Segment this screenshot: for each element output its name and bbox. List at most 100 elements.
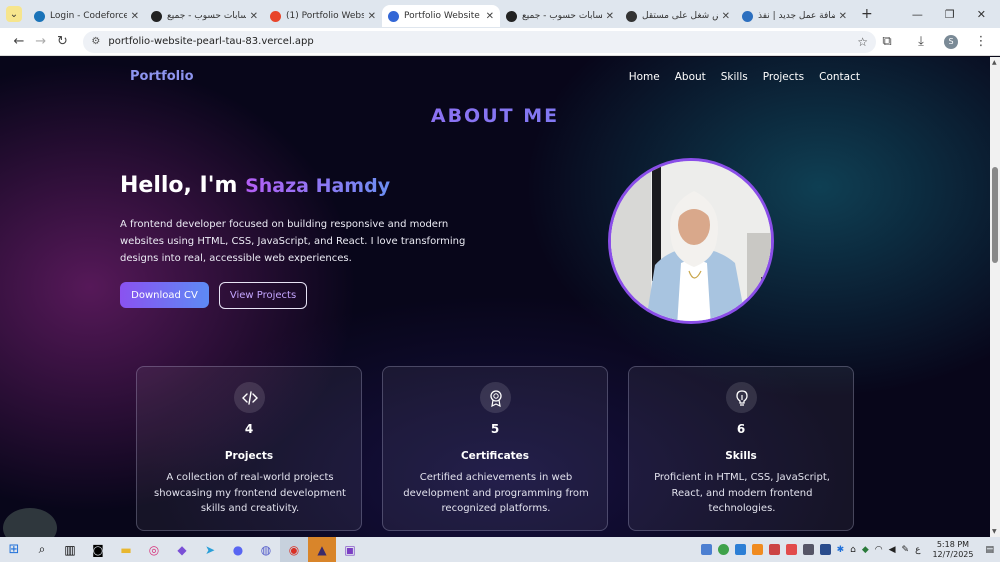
tab-favicon-icon (388, 10, 399, 22)
language-indicator[interactable]: ع (915, 545, 920, 555)
volume-icon[interactable]: ◀ (889, 545, 896, 555)
tab-close-icon[interactable]: ✕ (722, 11, 730, 22)
stat-card-projects: 4 Projects A collection of real-world proj… (136, 366, 362, 531)
tab-close-icon[interactable]: ✕ (486, 11, 494, 22)
wifi-icon[interactable]: ◠ (875, 545, 883, 555)
site-navbar: Portfolio Home About Skills Projects Contact (130, 69, 860, 84)
tab-search-chevron-icon[interactable]: ⌄ (6, 6, 22, 22)
menu-kebab-icon[interactable]: ⋮ (970, 34, 992, 49)
reload-icon[interactable]: ↻ (52, 34, 74, 49)
tray-network-icon[interactable] (819, 544, 831, 555)
task-view-icon[interactable]: ▥ (56, 537, 84, 562)
tray-shield-icon[interactable] (751, 544, 763, 555)
clock[interactable]: 5:18 PM 12/7/2025 (932, 540, 973, 560)
nav-link-skills[interactable]: Skills (721, 71, 748, 83)
tab-label: عرض شغل على مستقل (642, 11, 718, 21)
bookmark-star-icon[interactable]: ☆ (857, 35, 868, 49)
site-info-icon[interactable]: ⚙ (91, 36, 100, 47)
nav-link-projects[interactable]: Projects (763, 71, 804, 83)
url-text[interactable]: portfolio-website-pearl-tau-83.vercel.ap… (108, 36, 857, 47)
profile-photo (608, 158, 774, 324)
tray-chrome-icon[interactable] (717, 544, 729, 555)
defender-icon[interactable]: ◆ (862, 545, 869, 555)
tab-close-icon[interactable]: ✕ (606, 11, 614, 22)
stat-number: 6 (736, 422, 746, 436)
maximize-icon[interactable]: ❐ (945, 8, 955, 21)
notifications-icon[interactable]: ▤ (985, 545, 994, 555)
scroll-up-arrow-icon[interactable]: ▲ (992, 59, 997, 66)
search-icon[interactable]: ⌕ (28, 537, 56, 562)
chrome-taskbar-icon[interactable]: ◉ (280, 537, 308, 562)
tab-close-icon[interactable]: ✕ (250, 11, 258, 22)
download-cv-button[interactable]: Download CV (120, 282, 209, 308)
nav-link-home[interactable]: Home (629, 71, 660, 83)
tab-close-icon[interactable]: ✕ (131, 11, 139, 22)
tray-security-icon[interactable] (768, 544, 780, 555)
browser-tab[interactable]: إضافة عمل جديد | نفذ ✕ (736, 5, 853, 27)
back-arrow-icon[interactable]: ← (8, 34, 30, 49)
bio-paragraph: A frontend developer focused on building… (120, 219, 466, 264)
browser-tab[interactable]: عرض شغل على مستقل ✕ (620, 5, 736, 27)
tab-favicon-icon (34, 10, 45, 22)
tray-cloud-icon[interactable] (734, 544, 746, 555)
tab-close-icon[interactable]: ✕ (839, 11, 847, 22)
system-tray: ✱ ⌂ ◆ ◠ ◀ ✎ ع 5:18 PM 12/7/2025 ▤ (700, 540, 1000, 560)
nav-link-about[interactable]: About (675, 71, 706, 83)
site-brand[interactable]: Portfolio (130, 69, 194, 84)
file-explorer-icon[interactable]: ▬ (112, 537, 140, 562)
browser-tab-strip: ⌄ Login - Codeforces ✕ حسابات حسوب - جميع ✕… (0, 0, 1000, 28)
stat-number: 5 (490, 422, 500, 436)
app-taskbar-icon[interactable]: ▲ (308, 537, 336, 562)
tab-label: حسابات حسوب - جميع (167, 11, 246, 21)
browser-tab[interactable]: حسابات حسوب - جميع ✕ (500, 5, 620, 27)
tray-antivirus-icon[interactable] (785, 544, 797, 555)
address-bar[interactable]: ⚙ portfolio-website-pearl-tau-83.vercel.… (83, 30, 877, 53)
award-icon (480, 382, 511, 413)
extensions-icon[interactable]: ⧉ (876, 34, 898, 49)
teams-icon[interactable]: ◍ (252, 537, 280, 562)
camera-app-icon[interactable]: ◙ (84, 537, 112, 562)
stat-card-skills: 6 Skills Proficient in HTML, CSS, JavaScri… (628, 366, 854, 531)
telegram-icon[interactable]: ➤ (196, 537, 224, 562)
nav-links: Home About Skills Projects Contact (629, 71, 860, 83)
portrait-illustration (611, 161, 771, 321)
scroll-thumb[interactable] (992, 167, 998, 263)
notes-taskbar-icon[interactable]: ▣ (336, 537, 364, 562)
browser-tab[interactable]: (1) Portfolio Website ✕ (264, 5, 382, 27)
stat-title: Projects (224, 450, 274, 462)
instagram-icon[interactable]: ◎ (140, 537, 168, 562)
lightbulb-icon (726, 382, 757, 413)
close-window-icon[interactable]: ✕ (977, 8, 986, 21)
new-tab-button[interactable]: + (861, 6, 873, 22)
minimize-icon[interactable]: — (912, 8, 923, 21)
page-viewport: Portfolio Home About Skills Projects Contact… (0, 57, 990, 537)
scroll-down-arrow-icon[interactable]: ▼ (992, 528, 997, 535)
tray-display-icon[interactable] (802, 544, 814, 555)
bluetooth-icon[interactable]: ✱ (837, 545, 845, 555)
section-heading: ABOUT ME (0, 105, 990, 127)
browser-tab[interactable]: Login - Codeforces ✕ (28, 5, 145, 27)
vscode-icon[interactable]: ◆ (168, 537, 196, 562)
stat-description: Proficient in HTML, CSS, JavaScript, Rea… (654, 472, 830, 514)
view-projects-button[interactable]: View Projects (219, 282, 307, 309)
tab-label: Portfolio Website (404, 11, 480, 21)
tab-close-icon[interactable]: ✕ (368, 11, 376, 22)
profile-avatar[interactable]: S (944, 34, 959, 49)
nav-link-contact[interactable]: Contact (819, 71, 860, 83)
pen-icon[interactable]: ✎ (902, 545, 910, 555)
forward-arrow-icon[interactable]: → (30, 34, 52, 49)
usb-icon[interactable]: ⌂ (850, 545, 856, 555)
page-scrollbar[interactable]: ▲ ▼ (990, 57, 1000, 537)
discord-icon[interactable]: ● (224, 537, 252, 562)
browser-toolbar: ← → ↻ ⚙ portfolio-website-pearl-tau-83.v… (0, 28, 1000, 56)
stat-number: 4 (244, 422, 254, 436)
browser-tab[interactable]: حسابات حسوب - جميع ✕ (145, 5, 264, 27)
stat-title: Certificates (460, 450, 530, 462)
start-windows-icon[interactable]: ⊞ (0, 537, 28, 562)
floating-helper-badge[interactable] (3, 508, 57, 537)
browser-tab[interactable]: Portfolio Website ✕ (382, 5, 500, 27)
window-controls: — ❐ ✕ (912, 8, 1000, 21)
tab-label: (1) Portfolio Website (286, 11, 364, 21)
download-icon[interactable]: ⤓ (910, 34, 932, 49)
tray-app-icon[interactable] (700, 544, 712, 555)
